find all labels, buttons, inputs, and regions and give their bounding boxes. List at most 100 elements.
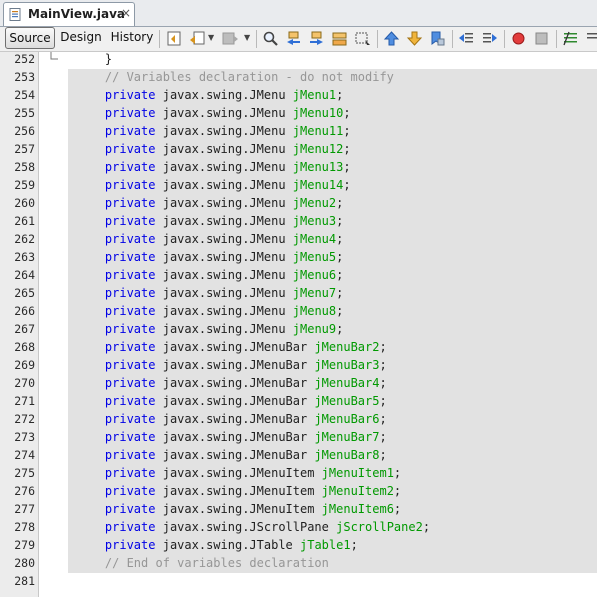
code-line[interactable]: 258 private javax.swing.JMenu jMenu13;	[0, 159, 597, 177]
type-name: javax.swing.JMenu	[162, 160, 286, 174]
code-line[interactable]: 280 // End of variables declaration	[0, 555, 597, 573]
keyword: private	[104, 448, 156, 462]
code-line[interactable]: 252 }	[0, 51, 597, 69]
code-line[interactable]: 271 private javax.swing.JMenuBar jMenuBa…	[0, 393, 597, 411]
semicolon: ;	[336, 196, 344, 210]
shift-left-icon[interactable]	[458, 30, 475, 47]
code-editor[interactable]: 252 } 253 // Variables declaration - do n…	[0, 52, 597, 597]
code-text: private javax.swing.JMenu jMenu6;	[76, 268, 343, 282]
keyword: private	[104, 142, 156, 156]
code-line[interactable]: 259 private javax.swing.JMenu jMenu14;	[0, 177, 597, 195]
find-icon[interactable]	[262, 30, 279, 47]
code-line[interactable]: 270 private javax.swing.JMenuBar jMenuBa…	[0, 375, 597, 393]
code-line[interactable]: 277 private javax.swing.JMenuItem jMenuI…	[0, 501, 597, 519]
field-identifier: jScrollPane2	[336, 520, 423, 534]
code-line[interactable]: 273 private javax.swing.JMenuBar jMenuBa…	[0, 429, 597, 447]
line-number: 253	[14, 70, 35, 84]
chevron-down-icon[interactable]: ▼	[208, 33, 214, 42]
code-line[interactable]: 278 private javax.swing.JScrollPane jScr…	[0, 519, 597, 537]
code-line[interactable]: 264 private javax.swing.JMenu jMenu6;	[0, 267, 597, 285]
last-edit-icon[interactable]	[166, 30, 183, 47]
stop-macro-recording-icon[interactable]	[533, 30, 550, 47]
history-button[interactable]: History	[110, 27, 154, 47]
toggle-highlight-icon[interactable]	[354, 30, 371, 47]
code-line[interactable]: 262 private javax.swing.JMenu jMenu4;	[0, 231, 597, 249]
shift-right-icon[interactable]	[481, 30, 498, 47]
semicolon: ;	[422, 520, 431, 534]
uncomment-icon[interactable]	[585, 30, 597, 47]
find-next-icon[interactable]	[308, 30, 325, 47]
field-identifier: jMenu6	[292, 268, 337, 282]
type-name: javax.swing.JMenu	[162, 106, 286, 120]
type-name: javax.swing.JMenu	[162, 232, 286, 246]
previous-bookmark-icon[interactable]	[383, 30, 400, 47]
code-text: private javax.swing.JTable jTable1;	[76, 538, 358, 552]
semicolon: ;	[379, 430, 387, 444]
field-identifier: jMenu11	[292, 124, 344, 138]
keyword: private	[104, 502, 156, 516]
type-name: javax.swing.JMenu	[162, 142, 286, 156]
code-line[interactable]: 261 private javax.swing.JMenu jMenu3;	[0, 213, 597, 231]
forward-icon[interactable]	[222, 30, 239, 47]
field-identifier: jMenu13	[292, 160, 344, 174]
field-identifier: jMenuBar4	[314, 376, 380, 390]
close-icon[interactable]: ×	[121, 6, 131, 20]
tab-mainview-java[interactable]: MainView.java ×	[3, 2, 135, 26]
line-number: 272	[14, 412, 35, 426]
code-line[interactable]: 266 private javax.swing.JMenu jMenu8;	[0, 303, 597, 321]
code-line[interactable]: 268 private javax.swing.JMenuBar jMenuBa…	[0, 339, 597, 357]
find-previous-icon[interactable]	[285, 30, 302, 47]
comment-icon[interactable]	[562, 30, 579, 47]
code-line[interactable]: 256 private javax.swing.JMenu jMenu11;	[0, 123, 597, 141]
chevron-down-icon[interactable]: ▼	[244, 33, 250, 42]
line-number: 259	[14, 178, 35, 192]
keyword: private	[104, 412, 156, 426]
code-text: private javax.swing.JMenu jMenu12;	[76, 142, 351, 156]
code-line[interactable]: 274 private javax.swing.JMenuBar jMenuBa…	[0, 447, 597, 465]
type-name: javax.swing.JMenu	[162, 286, 286, 300]
field-identifier: jMenuBar2	[314, 340, 380, 354]
code-line[interactable]: 279 private javax.swing.JTable jTable1;	[0, 537, 597, 555]
code-line[interactable]: 275 private javax.swing.JMenuItem jMenuI…	[0, 465, 597, 483]
code-text: private javax.swing.JMenuBar jMenuBar7;	[76, 430, 387, 444]
back-icon[interactable]	[189, 30, 206, 47]
code-line[interactable]: 255 private javax.swing.JMenu jMenu10;	[0, 105, 597, 123]
code-line[interactable]: 254 private javax.swing.JMenu jMenu1;	[0, 87, 597, 105]
code-line[interactable]: 272 private javax.swing.JMenuBar jMenuBa…	[0, 411, 597, 429]
code-line[interactable]: 276 private javax.swing.JMenuItem jMenuI…	[0, 483, 597, 501]
type-name: javax.swing.JMenuBar	[162, 358, 308, 372]
type-name: javax.swing.JMenu	[162, 250, 286, 264]
next-bookmark-icon[interactable]	[406, 30, 423, 47]
code-line[interactable]: 257 private javax.swing.JMenu jMenu12;	[0, 141, 597, 159]
type-name: javax.swing.JMenuBar	[162, 430, 308, 444]
code-line[interactable]: 281	[0, 573, 597, 591]
line-number: 273	[14, 430, 35, 444]
line-number: 254	[14, 88, 35, 102]
toggle-bookmark-icon[interactable]	[429, 30, 446, 47]
code-text: private javax.swing.JMenuBar jMenuBar2;	[76, 340, 387, 354]
semicolon: ;	[379, 412, 387, 426]
line-number: 267	[14, 322, 35, 336]
line-number: 262	[14, 232, 35, 246]
source-button[interactable]: Source	[5, 27, 55, 49]
code-line[interactable]: 253 // Variables declaration - do not mo…	[0, 69, 597, 87]
code-line[interactable]: 260 private javax.swing.JMenu jMenu2;	[0, 195, 597, 213]
semicolon: ;	[336, 250, 344, 264]
design-button[interactable]: Design	[58, 27, 104, 47]
find-selection-icon[interactable]	[331, 30, 348, 47]
type-name: javax.swing.JMenu	[162, 304, 286, 318]
code-line[interactable]: 265 private javax.swing.JMenu jMenu7;	[0, 285, 597, 303]
code-line[interactable]: 269 private javax.swing.JMenuBar jMenuBa…	[0, 357, 597, 375]
start-macro-recording-icon[interactable]	[510, 30, 527, 47]
code-line[interactable]: 263 private javax.swing.JMenu jMenu5;	[0, 249, 597, 267]
code-line[interactable]: 267 private javax.swing.JMenu jMenu9;	[0, 321, 597, 339]
